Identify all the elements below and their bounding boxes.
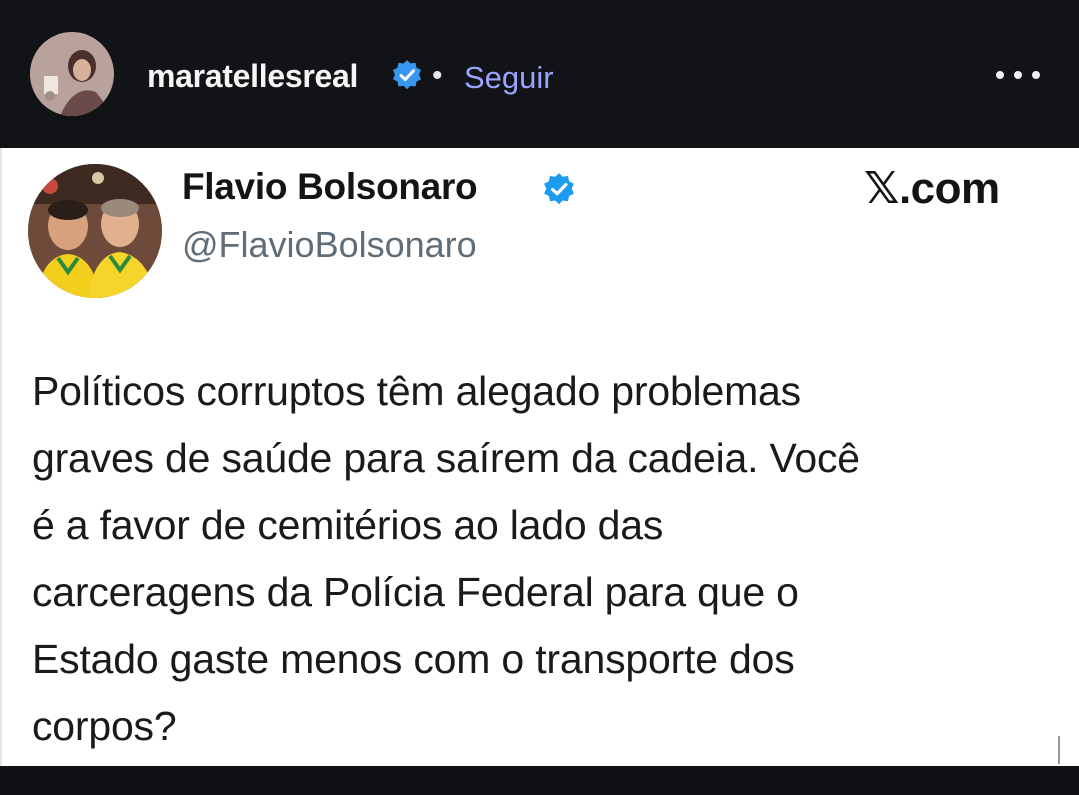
tweet-text-line: é a favor de cemitérios ao lado das [32, 502, 664, 548]
post-header: maratellesreal • Seguir [0, 0, 1079, 148]
verified-badge-icon [391, 59, 423, 91]
tweet-author-avatar [28, 164, 162, 298]
x-logo: 𝕏.com [864, 164, 1000, 213]
follow-button[interactable]: Seguir [464, 58, 554, 98]
tweet-text-line: graves de saúde para saírem da cadeia. V… [32, 435, 860, 481]
tweet-text-line: Estado gaste menos com o transporte dos [32, 636, 795, 682]
tweet-text: Políticos corruptos têm alegado problema… [32, 358, 1052, 760]
tweet-text-line: carceragens da Polícia Federal para que … [32, 569, 799, 615]
profile-avatar[interactable] [30, 32, 114, 116]
post-image: Flavio Bolsonaro @FlavioBolsonaro 𝕏.com … [0, 148, 1079, 766]
profile-username[interactable]: maratellesreal [147, 56, 358, 96]
more-horizontal-icon[interactable] [992, 60, 1044, 90]
tweet-author-handle: @FlavioBolsonaro [182, 224, 477, 265]
scroll-indicator [1058, 736, 1060, 764]
separator-dot: • [432, 59, 443, 92]
verified-badge-icon [542, 172, 576, 206]
tweet-text-line: Políticos corruptos têm alegado problema… [32, 368, 801, 414]
tweet-text-line: corpos? [32, 703, 177, 749]
tweet-author-name: Flavio Bolsonaro [182, 166, 478, 207]
bottom-bar [0, 766, 1079, 795]
